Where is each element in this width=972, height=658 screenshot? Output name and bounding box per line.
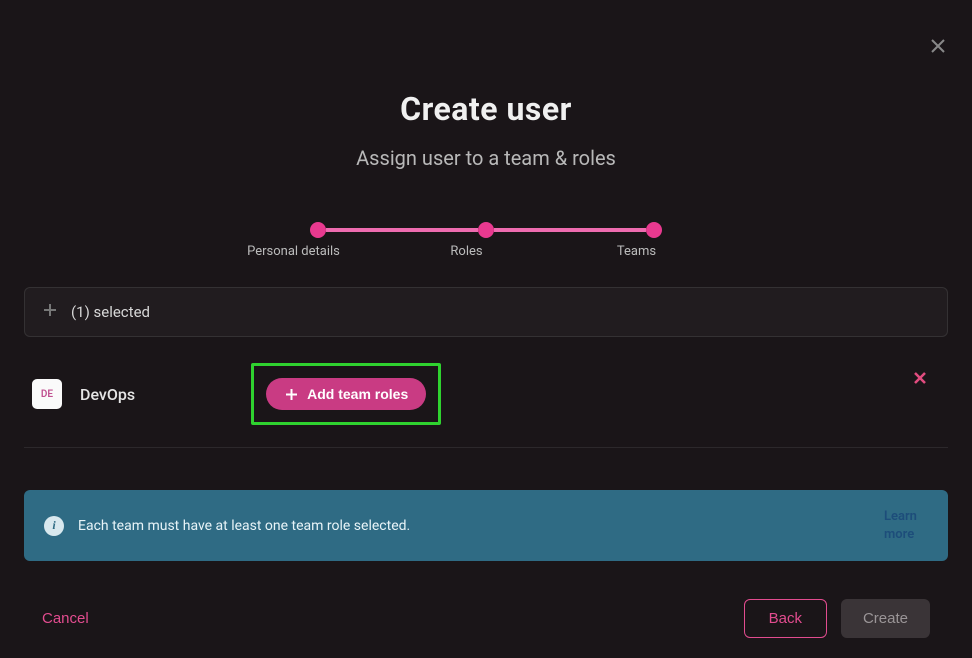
close-icon	[912, 370, 928, 386]
progress-stepper	[24, 222, 948, 238]
step-label-roles: Roles	[412, 244, 522, 259]
step-line	[326, 228, 478, 232]
step-dot-roles	[478, 222, 494, 238]
selector-count-text: (1) selected	[71, 303, 150, 321]
team-row: DE DevOps Add team roles	[24, 355, 948, 448]
step-dot-personal	[310, 222, 326, 238]
team-name-label: DevOps	[80, 385, 135, 404]
learn-more-link[interactable]: Learn more	[884, 508, 928, 543]
modal-footer: Cancel Back Create	[24, 599, 948, 638]
modal-subtitle: Assign user to a team & roles	[24, 146, 948, 170]
plus-icon	[41, 301, 59, 323]
step-line	[494, 228, 646, 232]
info-banner-text: Each team must have at least one team ro…	[78, 518, 870, 534]
close-button[interactable]	[926, 34, 950, 58]
team-selector-dropdown[interactable]: (1) selected	[24, 287, 948, 337]
add-team-roles-label: Add team roles	[307, 386, 408, 402]
cancel-button[interactable]: Cancel	[42, 610, 89, 627]
step-dot-teams	[646, 222, 662, 238]
modal-title: Create user	[24, 90, 948, 128]
create-user-modal: Create user Assign user to a team & role…	[0, 0, 972, 658]
info-banner: i Each team must have at least one team …	[24, 490, 948, 561]
step-label-teams: Teams	[587, 244, 687, 259]
plus-icon	[284, 387, 299, 402]
info-icon: i	[44, 516, 64, 536]
remove-team-button[interactable]	[912, 370, 928, 389]
create-button[interactable]: Create	[841, 599, 930, 638]
step-labels: Personal details Roles Teams	[24, 244, 948, 259]
close-icon	[929, 37, 947, 55]
step-label-personal: Personal details	[234, 244, 354, 259]
team-badge: DE	[32, 379, 62, 409]
add-team-roles-button[interactable]: Add team roles	[266, 378, 426, 410]
highlight-box: Add team roles	[251, 363, 441, 425]
back-button[interactable]: Back	[744, 599, 827, 638]
